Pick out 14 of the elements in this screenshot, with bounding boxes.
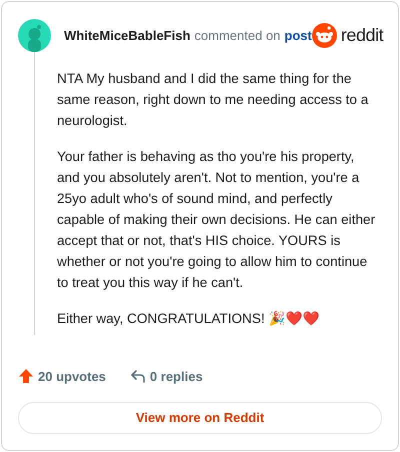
action-text: commented on (194, 26, 280, 45)
post-link[interactable]: post (284, 26, 312, 46)
brand-name: reddit (340, 24, 384, 47)
comment-paragraph: Either way, CONGRATULATIONS! 🎉❤❤ (57, 310, 320, 328)
comment-paragraph: NTA My husband and I did the same thing for the same reason, right down to me needing access to a neurologist. (57, 70, 370, 130)
view-more-button[interactable]: View more on Reddit (18, 402, 382, 434)
username[interactable]: WhiteMiceBableFish (64, 26, 190, 46)
avatar-icon (18, 19, 51, 52)
upvote-icon[interactable] (18, 368, 34, 384)
comment-paragraph: Your father is behaving as tho you're his property, and you absolutely aren't. Not to mention, you're a 25yo adult who's of sound mind, and perfectly capable of making their own decisions. He can either accept that or not, that's HIS choice. YOURS is whether or not you're going to allow him to continue to treat you this way if he can't. (57, 148, 376, 292)
reply-count: 0 replies (150, 368, 203, 386)
upvote-count: 20 upvotes (38, 368, 106, 386)
reddit-logo-icon (312, 23, 337, 48)
reply-icon[interactable] (130, 368, 146, 384)
